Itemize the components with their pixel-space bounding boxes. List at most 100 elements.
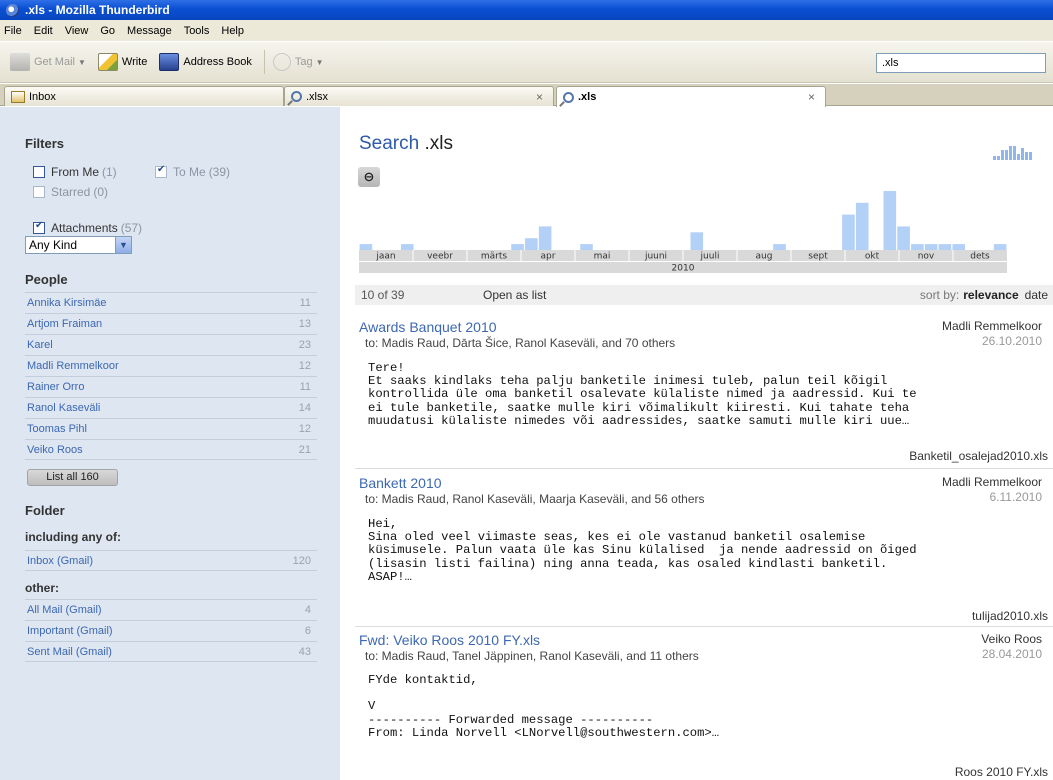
person-item[interactable]: Annika Kirsimäe 11 <box>25 292 317 313</box>
chevron-down-icon[interactable]: ▼ <box>316 58 324 67</box>
timeline-bar[interactable] <box>359 244 373 250</box>
timeline-bar[interactable] <box>911 244 924 250</box>
message-result[interactable]: Bankett 2010 to: Madis Raud, Ranol Kasev… <box>355 475 1053 625</box>
attachment-name[interactable]: Banketil_osalejad2010.xls <box>909 449 1048 463</box>
window-title-bar: .xls - Mozilla Thunderbird <box>0 0 1053 20</box>
address-book-button[interactable]: Address Book <box>155 49 255 75</box>
timeline-bar[interactable] <box>993 244 1007 250</box>
get-mail-button[interactable]: Get Mail ▼ <box>6 49 90 75</box>
starred-count: (0) <box>93 185 109 199</box>
person-item[interactable]: Veiko Roos 21 <box>25 439 317 460</box>
checkbox-box[interactable] <box>33 220 45 234</box>
timeline-bar[interactable] <box>538 226 552 250</box>
month-label[interactable]: märts <box>481 252 508 262</box>
write-button[interactable]: Write <box>94 49 151 75</box>
message-author[interactable]: Madli Remmelkoor <box>942 475 1042 489</box>
tab-search-xls[interactable]: .xls × <box>556 86 826 107</box>
sort-date[interactable]: date <box>1025 288 1048 302</box>
timeline-bar[interactable] <box>897 226 910 250</box>
search-input[interactable]: .xls <box>876 53 1046 73</box>
message-result[interactable]: Awards Banquet 2010 to: Madis Raud, Dārt… <box>355 319 1053 469</box>
month-label[interactable]: sept <box>808 252 828 262</box>
checkbox-box[interactable] <box>33 166 45 178</box>
message-subject[interactable]: Fwd: Veiko Roos 2010 FY.xls <box>359 632 540 648</box>
folder-item[interactable]: All Mail (Gmail) 4 <box>25 599 317 620</box>
message-date: 26.10.2010 <box>981 334 1042 348</box>
timeline-bar[interactable] <box>525 238 538 250</box>
close-icon[interactable]: × <box>536 90 543 104</box>
timeline-sparkline[interactable] <box>993 144 1032 160</box>
to-me-checkbox[interactable]: To Me (39) <box>155 164 231 179</box>
folder-heading: Folder <box>25 503 65 518</box>
sort-relevance[interactable]: relevance <box>963 288 1018 302</box>
menu-view[interactable]: View <box>65 25 89 37</box>
timeline-bar[interactable] <box>580 244 593 250</box>
timeline-svg[interactable]: jaan veebr märts apr mai juuni juuli aug sept okt… <box>359 182 1007 276</box>
message-author[interactable]: Madli Remmelkoor <box>942 319 1042 333</box>
month-label[interactable]: okt <box>865 252 880 262</box>
menu-edit[interactable]: Edit <box>34 25 53 37</box>
attachment-name[interactable]: Roos 2010 FY.xls <box>955 765 1048 779</box>
message-subject[interactable]: Bankett 2010 <box>359 475 442 491</box>
checkbox-box[interactable] <box>155 164 167 178</box>
folder-item[interactable]: Sent Mail (Gmail) 43 <box>25 641 317 662</box>
timeline-bar[interactable] <box>952 244 966 250</box>
chevron-down-icon[interactable]: ▼ <box>78 58 86 67</box>
tag-label: Tag <box>294 56 313 68</box>
message-snippet: FYde kontaktid, V ---------- Forwarded m… <box>368 673 720 740</box>
attachment-kind-select[interactable]: Any Kind ▼ <box>25 236 132 254</box>
month-label[interactable]: juuli <box>700 252 720 262</box>
to-me-count: (39) <box>208 165 231 179</box>
month-label[interactable]: aug <box>756 252 773 262</box>
open-as-list-link[interactable]: Open as list <box>483 288 546 302</box>
attachments-checkbox[interactable]: Attachments (57) <box>33 220 142 235</box>
timeline-bar[interactable] <box>511 244 524 250</box>
sparkline-bar <box>993 156 996 160</box>
month-label[interactable]: nov <box>918 252 935 262</box>
timeline-bar[interactable] <box>938 244 952 250</box>
timeline-bar[interactable] <box>883 191 897 250</box>
person-item[interactable]: Toomas Pihl 12 <box>25 418 317 439</box>
person-item[interactable]: Madli Remmelkoor 12 <box>25 355 317 376</box>
person-item[interactable]: Ranol Kaseväli 14 <box>25 397 317 418</box>
menu-help[interactable]: Help <box>221 25 244 37</box>
timeline-bar[interactable] <box>924 244 938 250</box>
menu-go[interactable]: Go <box>100 25 115 37</box>
folder-item[interactable]: Important (Gmail) 6 <box>25 620 317 641</box>
list-all-people-button[interactable]: List all 160 <box>27 469 118 486</box>
month-label[interactable]: veebr <box>427 252 453 262</box>
person-item[interactable]: Artjom Fraiman 13 <box>25 313 317 334</box>
month-label[interactable]: jaan <box>375 252 395 262</box>
starred-checkbox[interactable]: Starred (0) <box>33 185 108 199</box>
message-author[interactable]: Veiko Roos <box>981 632 1042 646</box>
folder-item[interactable]: Inbox (Gmail) 120 <box>25 550 317 571</box>
timeline-bar[interactable] <box>690 232 704 250</box>
checkbox-box[interactable] <box>33 186 45 198</box>
timeline-bar[interactable] <box>842 214 855 250</box>
menu-message[interactable]: Message <box>127 25 172 37</box>
person-item[interactable]: Karel 23 <box>25 334 317 355</box>
person-item[interactable]: Rainer Orro 11 <box>25 376 317 397</box>
month-label[interactable]: juuni <box>644 252 667 262</box>
month-label[interactable]: apr <box>541 252 556 262</box>
timeline-bar[interactable] <box>855 202 869 250</box>
timeline-bar[interactable] <box>773 244 786 250</box>
message-result[interactable]: Fwd: Veiko Roos 2010 FY.xls to: Madis Ra… <box>355 632 1053 780</box>
search-icon <box>563 91 574 103</box>
menu-tools[interactable]: Tools <box>184 25 210 37</box>
tab-inbox[interactable]: Inbox <box>4 86 284 106</box>
attachment-name[interactable]: tulijad2010.xls <box>972 609 1048 623</box>
close-icon[interactable]: × <box>808 90 815 104</box>
from-me-checkbox[interactable]: From Me (1) <box>33 165 117 179</box>
tag-button[interactable]: Tag ▼ <box>269 49 328 75</box>
chevron-down-icon[interactable]: ▼ <box>115 237 131 253</box>
menu-file[interactable]: File <box>4 25 22 37</box>
message-snippet: Hei, Sina oled veel viimaste seas, kes e… <box>368 517 917 584</box>
month-label[interactable]: mai <box>594 252 611 262</box>
timeline-histogram[interactable]: jaan veebr märts apr mai juuni juuli aug sept okt… <box>359 182 1007 276</box>
timeline-bar[interactable] <box>400 244 414 250</box>
year-label[interactable]: 2010 <box>672 264 695 274</box>
tab-search-xlsx[interactable]: .xlsx × <box>284 86 554 106</box>
month-label[interactable]: dets <box>970 252 990 262</box>
message-subject[interactable]: Awards Banquet 2010 <box>359 319 497 335</box>
